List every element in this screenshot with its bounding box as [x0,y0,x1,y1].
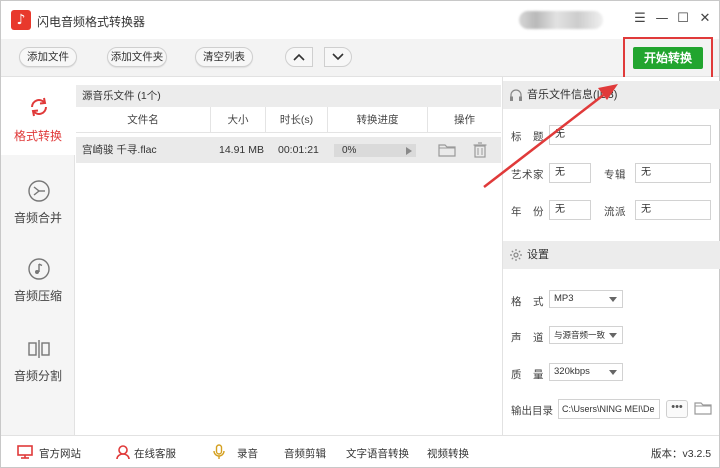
title-bar: ♪ 闪电音频格式转换器 ☰ — ☐ ✕ [1,1,719,39]
merge-icon [28,180,50,202]
sidebar-item-format-convert[interactable]: 格式转换 [1,77,75,155]
file-duration-cell: 00:01:21 [278,144,319,156]
chevron-down-icon [332,53,344,61]
output-dir-field[interactable]: C:\Users\NING MEI\De [558,399,660,419]
customer-service-icon [116,445,130,460]
user-avatar[interactable] [519,11,603,29]
monitor-icon [17,445,33,459]
artist-label: 艺术家 [511,169,544,181]
file-name-cell: 宫崎骏 千寻.flac [82,144,157,156]
highlight-frame [623,37,713,82]
sidebar-item-label: 音频压缩 [13,289,62,303]
video-convert-link[interactable]: 视频转换 [427,446,469,461]
maximize-icon[interactable]: ☐ [676,12,690,26]
close-icon[interactable]: ✕ [698,12,712,26]
move-up-button[interactable] [285,47,313,67]
app-logo-icon: ♪ [11,10,31,30]
album-label: 专辑 [604,169,626,181]
settings-header: 设置 [503,241,720,269]
column-header-duration[interactable]: 时长(s) [266,107,328,133]
folder-icon[interactable] [694,401,712,415]
folder-icon[interactable] [438,143,456,157]
file-list: 源音乐文件 (1个) 文件名 大小 时长(s) 转换进度 操作 宫崎骏 千寻.f… [76,77,501,435]
artist-field[interactable]: 无 [549,163,591,183]
add-folder-button[interactable]: 添加文件夹 [107,47,167,67]
play-icon [406,147,412,155]
browse-dots-button[interactable]: ••• [666,400,688,418]
genre-label: 流派 [604,206,626,218]
music-note-icon [28,258,50,280]
refresh-icon [31,97,47,117]
column-header-size[interactable]: 大小 [211,107,266,133]
column-header-progress[interactable]: 转换进度 [328,107,428,133]
chevron-down-icon [609,333,617,338]
settings-title: 设置 [527,249,549,261]
bottom-bar: 官方网站 在线客服 录音 音频剪辑 文字语音转换 视频转换 版本：v3.2.5 [1,435,719,467]
right-panel: 音乐文件信息(ID3) 标 题 无 艺术家 无 专辑 无 年 份 无 流派 无 … [502,77,720,435]
quality-value: 320kbps [554,366,590,377]
sidebar-item-label: 格式转换 [13,129,62,143]
split-icon [28,340,50,358]
id3-info-title: 音乐文件信息(ID3) [527,89,618,101]
text-to-speech-link[interactable]: 文字语音转换 [346,446,409,461]
version-label: 版本：v3.2.5 [651,448,712,460]
quality-select[interactable]: 320kbps [549,363,623,381]
sidebar: 格式转换 音频合并 音频压缩 音频分割 [1,77,75,435]
toolbar: 添加文件 添加文件夹 清空列表 [1,39,719,77]
quality-label: 质 量 [511,369,544,381]
move-down-button[interactable] [324,47,352,67]
format-select[interactable]: MP3 [549,290,623,308]
channel-select[interactable]: 与源音频一致 [549,326,623,344]
app-window: ♪ 闪电音频格式转换器 ☰ — ☐ ✕ 添加文件 添加文件夹 清空列表 开始转换… [0,0,720,468]
headphones-icon [510,89,522,101]
sidebar-item-audio-compress[interactable]: 音频压缩 [1,249,75,327]
file-size-cell: 14.91 MB [219,144,264,156]
add-file-button[interactable]: 添加文件 [19,47,77,67]
record-link[interactable]: 录音 [237,446,258,461]
output-dir-label: 输出目录 [511,405,553,417]
channel-value: 与源音频一致 [554,330,606,340]
sidebar-item-audio-split[interactable]: 音频分割 [1,329,75,407]
year-field[interactable]: 无 [549,200,591,220]
format-value: MP3 [554,293,574,304]
column-header-name[interactable]: 文件名 [76,107,211,133]
year-label: 年 份 [511,206,544,218]
chevron-down-icon [609,297,617,302]
table-row[interactable]: 宫崎骏 千寻.flac 14.91 MB 00:01:21 0% [76,137,501,163]
online-support-link[interactable]: 在线客服 [134,446,176,461]
progress-text: 0% [342,145,357,156]
column-header-actions: 操作 [428,107,501,133]
trash-icon[interactable] [473,142,487,158]
sidebar-item-label: 音频分割 [13,369,62,383]
microphone-icon [213,444,225,459]
app-title: 闪电音频格式转换器 [37,15,146,29]
title-label: 标 题 [511,131,544,143]
chevron-up-icon [293,53,305,61]
conversion-progress-bar: 0% [334,144,416,157]
gear-icon [510,249,522,261]
genre-field[interactable]: 无 [635,200,711,220]
channel-label: 声 道 [511,332,544,344]
clear-list-button[interactable]: 清空列表 [195,47,253,67]
audio-edit-link[interactable]: 音频剪辑 [284,446,326,461]
sidebar-item-label: 音频合并 [13,211,62,225]
id3-info-header: 音乐文件信息(ID3) [503,81,720,109]
format-label: 格 式 [511,296,544,308]
title-field[interactable]: 无 [549,125,711,145]
file-list-header: 源音乐文件 (1个) [76,85,501,107]
chevron-down-icon [609,370,617,375]
sidebar-item-audio-merge[interactable]: 音频合并 [1,171,75,249]
album-field[interactable]: 无 [635,163,711,183]
menu-icon[interactable]: ☰ [633,12,647,26]
minimize-icon[interactable]: — [655,12,669,26]
official-website-link[interactable]: 官方网站 [39,446,81,461]
